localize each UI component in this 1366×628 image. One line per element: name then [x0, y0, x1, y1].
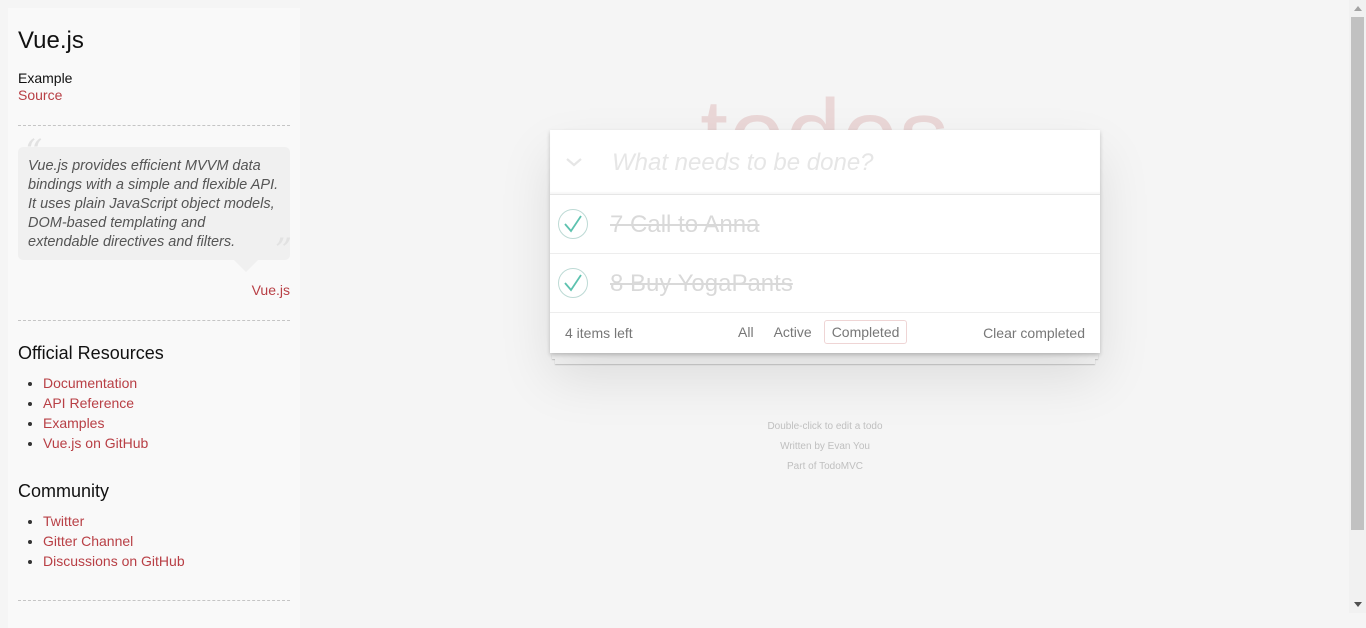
list-item: Discussions on GitHub: [43, 551, 290, 571]
list-item: Examples: [43, 413, 290, 433]
checkmark-icon: [564, 274, 582, 292]
chevron-down-icon[interactable]: [562, 150, 586, 174]
vue-github-link[interactable]: Vue.js on GitHub: [43, 435, 148, 451]
close-quote-icon: ”: [274, 231, 292, 271]
community-list: Twitter Gitter Channel Discussions on Gi…: [18, 511, 290, 571]
quote-text: Vue.js provides efficient MVVM data bind…: [28, 158, 279, 250]
list-item: Twitter: [43, 511, 290, 531]
divider: [18, 125, 290, 126]
list-item: Gitter Channel: [43, 531, 290, 551]
todo-app: 7 Call to Anna 8 Buy YogaPants 4 items l…: [550, 130, 1100, 353]
filter-all[interactable]: All: [730, 320, 762, 344]
discussions-link[interactable]: Discussions on GitHub: [43, 553, 185, 569]
filter-active[interactable]: Active: [766, 320, 820, 344]
info-line: Written by Evan You: [780, 441, 870, 452]
todo-label[interactable]: 8 Buy YogaPants: [610, 270, 793, 298]
quote-arrow: [234, 260, 258, 272]
community-title: Community: [18, 481, 110, 501]
todo-footer: 4 items left All Active Completed Clear …: [550, 313, 1100, 353]
checkmark-icon: [564, 215, 582, 233]
example-label: Example: [18, 70, 73, 86]
new-todo-input[interactable]: [610, 130, 1090, 195]
gitter-link[interactable]: Gitter Channel: [43, 533, 133, 549]
quote-author: Vue.js: [18, 282, 290, 299]
quote-author-link[interactable]: Vue.js: [252, 282, 290, 298]
todo-header: [550, 130, 1100, 195]
source-link[interactable]: Source: [18, 87, 290, 104]
todo-checkbox[interactable]: [558, 268, 588, 298]
list-item: API Reference: [43, 393, 290, 413]
clear-completed-button[interactable]: Clear completed: [983, 325, 1085, 341]
divider: [18, 320, 290, 321]
api-reference-link[interactable]: API Reference: [43, 395, 134, 411]
documentation-link[interactable]: Documentation: [43, 375, 137, 391]
official-resources-title: Official Resources: [18, 343, 164, 363]
filters: All Active Completed: [730, 320, 908, 344]
divider: [18, 600, 290, 601]
sidebar: Vue.js Example Source “ Vue.js provides …: [8, 8, 300, 628]
app-name: Vue.js: [18, 27, 84, 54]
scroll-up-icon[interactable]: [1349, 0, 1366, 17]
vertical-scrollbar[interactable]: [1349, 0, 1366, 613]
list-item: Documentation: [43, 373, 290, 393]
quote-block: “ Vue.js provides efficient MVVM data bi…: [18, 135, 292, 299]
scrollbar-thumb[interactable]: [1351, 17, 1364, 530]
items-left-count: 4 items left: [565, 325, 633, 341]
info-line: Part of TodoMVC: [787, 461, 863, 472]
list-item: Vue.js on GitHub: [43, 433, 290, 453]
todo-item: 8 Buy YogaPants: [550, 254, 1100, 313]
examples-link[interactable]: Examples: [43, 415, 104, 431]
twitter-link[interactable]: Twitter: [43, 513, 84, 529]
filter-completed[interactable]: Completed: [823, 320, 908, 344]
quote-box: Vue.js provides efficient MVVM data bind…: [18, 147, 292, 272]
scroll-down-icon[interactable]: [1349, 596, 1366, 613]
stack-shadow: [555, 359, 1095, 364]
official-resources-list: Documentation API Reference Examples Vue…: [18, 373, 290, 453]
todo-item: 7 Call to Anna: [550, 195, 1100, 254]
todo-label[interactable]: 7 Call to Anna: [610, 211, 759, 239]
info-footer: Double-click to edit a todo Written by E…: [550, 417, 1100, 477]
todo-checkbox[interactable]: [558, 209, 588, 239]
info-line: Double-click to edit a todo: [767, 421, 883, 432]
